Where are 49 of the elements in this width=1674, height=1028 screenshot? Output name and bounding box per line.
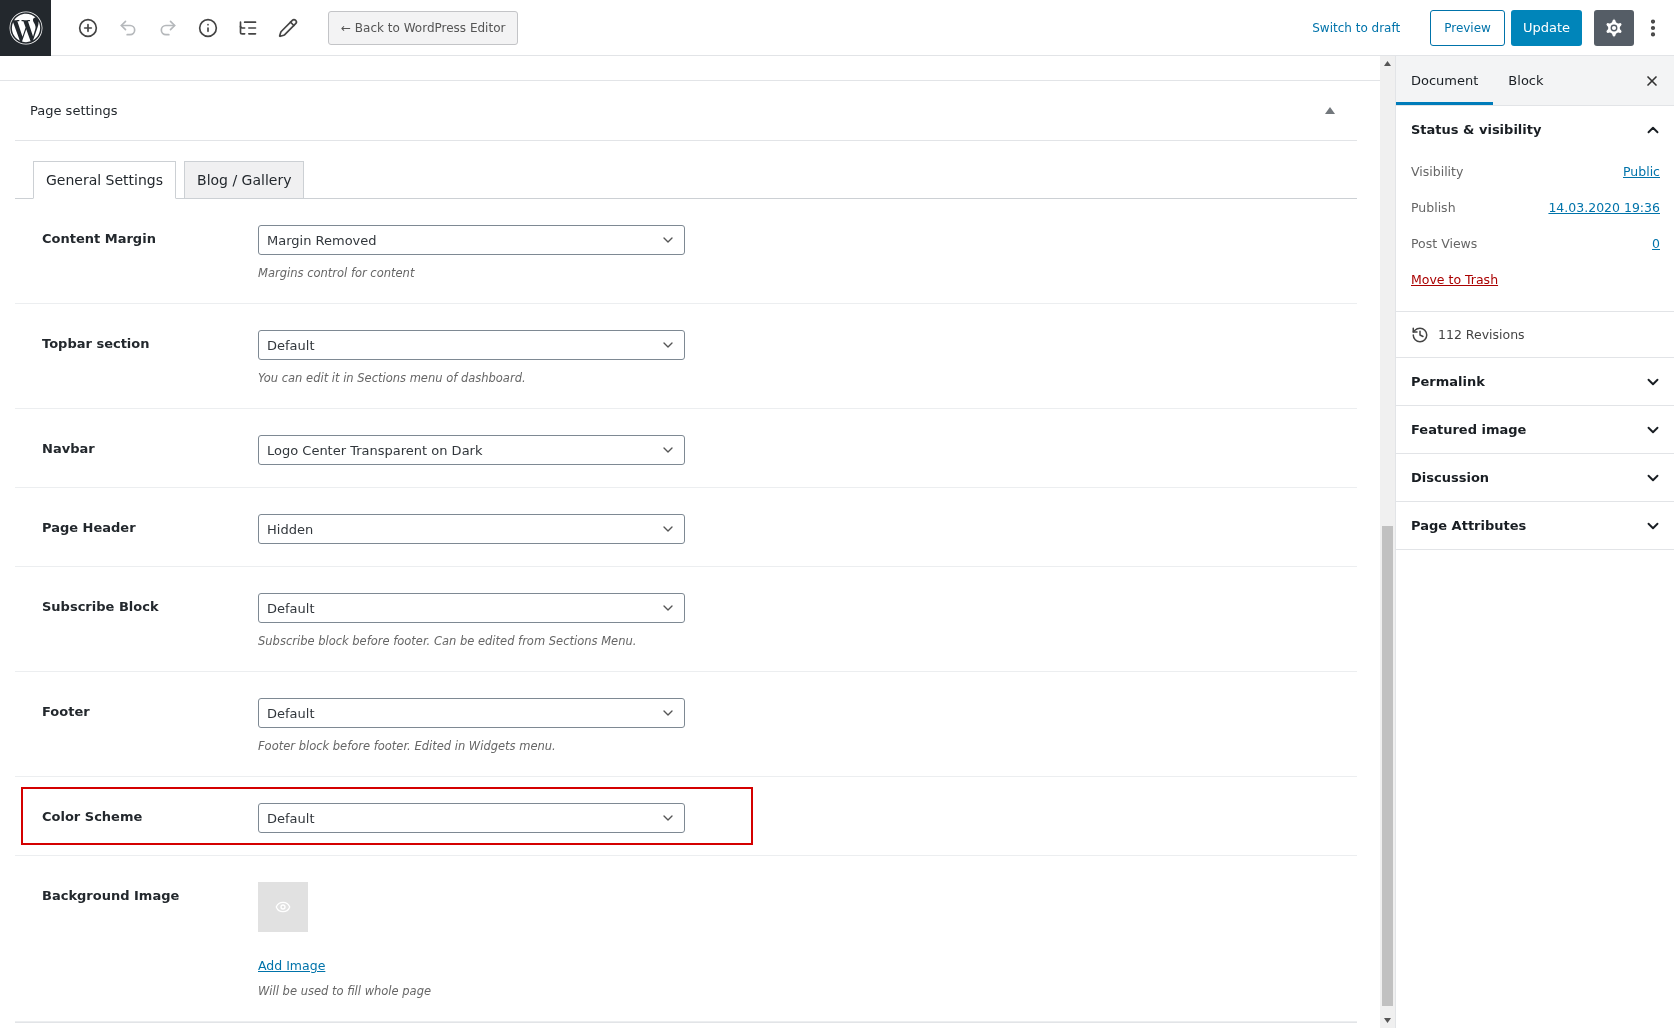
sidebar-tab[interactable]: Document [1396, 56, 1494, 105]
settings-icon[interactable] [1594, 9, 1634, 46]
section-header[interactable]: Permalink [1396, 358, 1674, 405]
back-button[interactable]: ← Back to WordPress Editor [328, 10, 519, 45]
select-field[interactable]: Default [258, 803, 685, 833]
select-field[interactable]: Default [258, 330, 685, 360]
revisions-button[interactable]: 112 Revisions [1396, 312, 1674, 358]
select-field[interactable]: Hidden [258, 514, 685, 544]
add-image-link[interactable]: Add Image [258, 958, 326, 973]
field-label: Page Header [42, 519, 137, 535]
move-to-trash-link[interactable]: Move to Trash [1411, 261, 1660, 297]
scrollbar-drawing[interactable] [1380, 56, 1395, 1028]
field-label: Navbar [42, 440, 96, 456]
panel-title: Page settings [30, 103, 118, 118]
section-header[interactable]: Status & visibility [1396, 106, 1674, 153]
field-value-link[interactable]: Public [1623, 163, 1660, 179]
field-label: Footer [42, 703, 91, 719]
sidebar-tab[interactable]: Block [1493, 56, 1559, 105]
select-field[interactable]: Margin Removed [258, 225, 685, 255]
tab[interactable]: Blog / Gallery [184, 161, 305, 199]
field-label: Visibility [1411, 163, 1464, 179]
field-hint: Will be used to fill whole page [258, 983, 431, 999]
logo-icon[interactable] [0, 0, 51, 56]
field-value-link[interactable]: 0 [1652, 235, 1660, 251]
field-label: Post Views [1411, 235, 1478, 251]
field-hint: You can edit it in Sections menu of dashboard. [258, 370, 526, 386]
field-label: Background Image [42, 887, 181, 903]
update-button[interactable]: Update [1510, 9, 1582, 46]
field-label: Publish [1411, 199, 1456, 215]
preview-button[interactable]: Preview [1430, 9, 1505, 46]
select-field[interactable]: Default [258, 593, 685, 623]
field-value-link[interactable]: 14.03.2020 19:36 [1548, 199, 1660, 215]
field-hint: Subscribe block before footer. Can be edited from Sections Menu. [258, 633, 637, 649]
switch-to-draft-link[interactable]: Switch to draft [1306, 19, 1407, 36]
history-icon [1411, 325, 1429, 344]
field-hint: Margins control for content [258, 265, 415, 281]
field-label: Topbar section [42, 335, 151, 351]
field-hint: Footer block before footer. Edited in Widgets menu. [258, 738, 556, 754]
field-label: Subscribe Block [42, 598, 160, 614]
select-field[interactable]: Default [258, 698, 685, 728]
select-field[interactable]: Logo Center Transparent on Dark [258, 435, 685, 465]
section-header[interactable]: Page Attributes [1396, 502, 1674, 549]
field-label: Color Scheme [42, 808, 144, 824]
section-header[interactable]: Discussion [1396, 454, 1674, 501]
tab[interactable]: General Settings [33, 161, 177, 199]
section-header[interactable]: Featured image [1396, 406, 1674, 453]
field-label: Content Margin [42, 230, 157, 246]
eye-icon [275, 899, 291, 915]
triangle-up-icon[interactable] [1325, 107, 1335, 114]
